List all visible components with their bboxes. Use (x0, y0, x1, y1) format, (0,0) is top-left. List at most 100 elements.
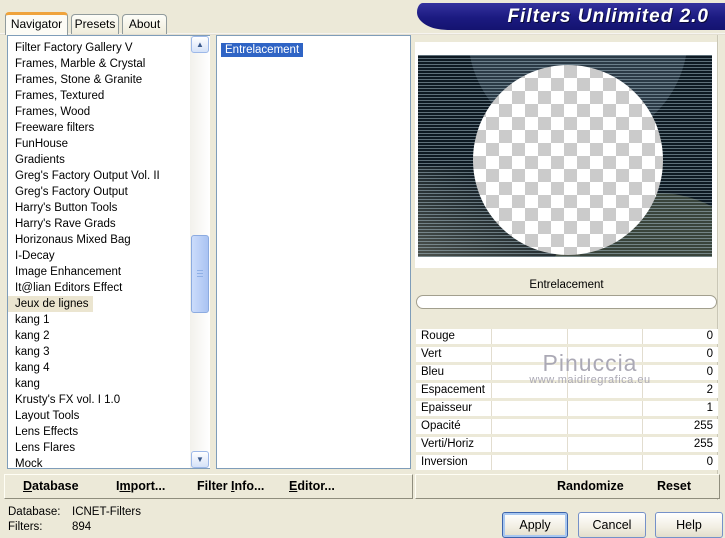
scroll-down-icon[interactable]: ▼ (191, 451, 209, 468)
category-item[interactable]: Image Enhancement (8, 264, 125, 280)
database-label: Database: (8, 506, 61, 518)
parameter-name: Inversion (421, 456, 468, 468)
footer-toolbar-left: Database Import... Filter Info... Editor… (4, 474, 413, 499)
parameter-list: Rouge 0 Vert 0 Bleu 0 Espacement 2 Epais… (416, 329, 718, 473)
parameter-slider[interactable]: Epaisseur 1 (416, 401, 718, 416)
category-item[interactable]: Gradients (8, 152, 69, 168)
database-button[interactable]: Database (23, 479, 79, 493)
cancel-button[interactable]: Cancel (578, 512, 646, 538)
category-item[interactable]: Lens Flares (8, 440, 79, 456)
randomize-button[interactable]: Randomize (557, 479, 624, 493)
category-scrollbar[interactable]: ▲ ▼ (190, 36, 210, 468)
preview-image (418, 55, 712, 257)
category-item-label: It@lian Editors Effect (15, 282, 123, 294)
category-item[interactable]: Layout Tools (8, 408, 83, 424)
parameter-name: Opacité (421, 420, 461, 432)
category-item-label: Mock (15, 458, 43, 469)
category-item-label: Greg's Factory Output Vol. II (15, 170, 160, 182)
category-item[interactable]: kang 1 (8, 312, 54, 328)
window-title: Filters Unlimited 2.0 (507, 6, 709, 27)
apply-button[interactable]: Apply (502, 512, 568, 538)
parameter-slider[interactable]: Rouge 0 (416, 329, 718, 344)
category-item[interactable]: Horizonaus Mixed Bag (8, 232, 135, 248)
status-database-row: Database: ICNET-Filters (8, 505, 141, 520)
parameter-name: Verti/Horiz (421, 438, 475, 450)
category-item-label: Frames, Marble & Crystal (15, 58, 146, 70)
reset-button[interactable]: Reset (657, 479, 691, 493)
parameter-slider[interactable]: Opacité 255 (416, 419, 718, 434)
category-item[interactable]: I-Decay (8, 248, 59, 264)
import-button[interactable]: Import... (116, 479, 165, 493)
category-item[interactable]: Filter Factory Gallery V (8, 40, 137, 56)
parameter-slider[interactable]: Vert 0 (416, 347, 718, 362)
category-item-label: kang 1 (15, 314, 50, 326)
scrollbar-thumb[interactable] (191, 235, 209, 313)
tab-about-label: About (128, 17, 161, 31)
parameter-slider[interactable]: Inversion 0 (416, 455, 718, 470)
category-item[interactable]: Greg's Factory Output Vol. II (8, 168, 164, 184)
parameter-value: 0 (706, 456, 713, 468)
parameter-value: 255 (693, 438, 713, 450)
category-item-label: Krusty's FX vol. I 1.0 (15, 394, 121, 406)
parameter-slider[interactable]: Verti/Horiz 255 (416, 437, 718, 452)
category-item-label: Lens Flares (15, 442, 76, 454)
category-item[interactable]: Harry's Rave Grads (8, 216, 120, 232)
title-banner: Filters Unlimited 2.0 (417, 3, 725, 30)
category-item-label: Lens Effects (15, 426, 79, 438)
parameter-name: Vert (421, 348, 442, 360)
category-item[interactable]: FunHouse (8, 136, 72, 152)
parameter-name: Espacement (421, 384, 485, 396)
category-item[interactable]: It@lian Editors Effect (8, 280, 126, 296)
category-item[interactable]: Jeux de lignes (8, 296, 93, 312)
category-item-label: Filter Factory Gallery V (15, 42, 133, 54)
filters-label: Filters: (8, 521, 43, 533)
transparency-checker-circle (473, 65, 663, 255)
database-value: ICNET-Filters (72, 506, 141, 518)
help-button[interactable]: Help (655, 512, 723, 538)
category-item-label: Freeware filters (15, 122, 95, 134)
parameter-value: 0 (706, 330, 713, 342)
category-item[interactable]: Greg's Factory Output (8, 184, 132, 200)
status-filters-row: Filters: 894 (8, 520, 141, 535)
filter-info-button[interactable]: Filter Info... (197, 479, 264, 493)
filter-item[interactable]: Entrelacement (221, 43, 304, 57)
tab-about[interactable]: About (122, 14, 167, 34)
category-item[interactable]: Frames, Stone & Granite (8, 72, 146, 88)
category-item[interactable]: Frames, Wood (8, 104, 94, 120)
category-item-label: Harry's Rave Grads (15, 218, 116, 230)
category-item[interactable]: Frames, Marble & Crystal (8, 56, 149, 72)
category-item[interactable]: Lens Effects (8, 424, 82, 440)
category-item[interactable]: kang (8, 376, 44, 392)
category-list: Filter Factory Gallery V Frames, Marble … (7, 35, 210, 469)
category-item-label: Gradients (15, 154, 65, 166)
status-area: Database: ICNET-Filters Filters: 894 (8, 505, 141, 535)
progress-bar (416, 295, 717, 309)
tab-presets[interactable]: Presets (71, 14, 119, 34)
preview-caption: Entrelacement (529, 279, 604, 291)
category-item[interactable]: kang 3 (8, 344, 54, 360)
category-item[interactable]: Harry's Button Tools (8, 200, 121, 216)
category-item-label: Frames, Stone & Granite (15, 74, 143, 86)
category-item[interactable]: kang 2 (8, 328, 54, 344)
editor-button[interactable]: Editor... (289, 479, 335, 493)
category-item[interactable]: Mock (8, 456, 46, 469)
category-item-label: FunHouse (15, 138, 69, 150)
category-item-label: kang 4 (15, 362, 50, 374)
filter-list: Entrelacement (216, 35, 411, 469)
category-item-label: kang 2 (15, 330, 50, 342)
category-item-label: Horizonaus Mixed Bag (15, 234, 131, 246)
tab-navigator[interactable]: Navigator (5, 12, 68, 35)
scroll-up-icon[interactable]: ▲ (191, 36, 209, 53)
tab-navigator-label: Navigator (10, 17, 63, 31)
parameter-value: 2 (706, 384, 713, 396)
category-item-label: Image Enhancement (15, 266, 122, 278)
category-item-label: kang (15, 378, 40, 390)
category-item[interactable]: Krusty's FX vol. I 1.0 (8, 392, 124, 408)
category-item[interactable]: kang 4 (8, 360, 54, 376)
category-item[interactable]: Freeware filters (8, 120, 98, 136)
parameter-slider[interactable]: Espacement 2 (416, 383, 718, 398)
parameter-slider[interactable]: Bleu 0 (416, 365, 718, 380)
category-item[interactable]: Frames, Textured (8, 88, 108, 104)
parameter-value: 1 (706, 402, 713, 414)
category-item-label: Frames, Wood (15, 106, 91, 118)
